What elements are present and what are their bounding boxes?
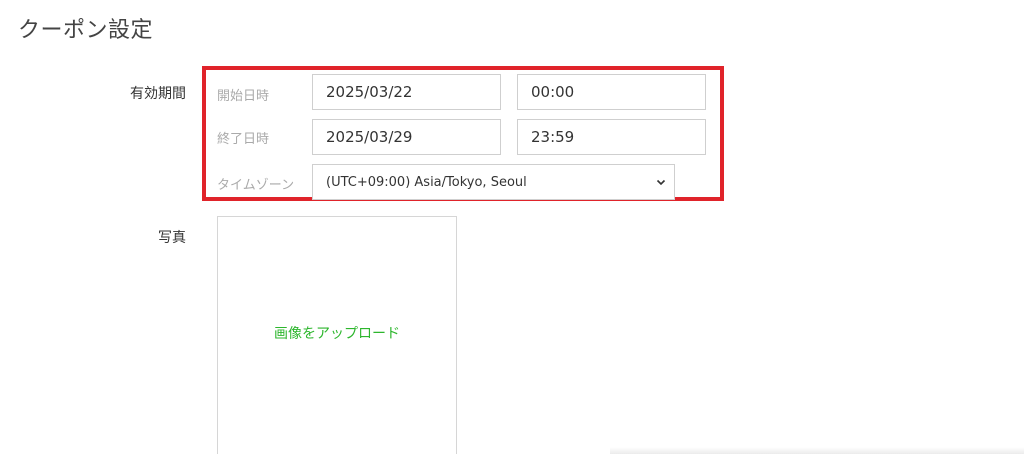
timezone-label: タイムゾーン [217,178,295,193]
end-date-input[interactable]: 2025/03/29 [312,119,501,155]
page-title: クーポン設定 [18,18,154,43]
end-time-input[interactable]: 23:59 [517,119,706,155]
image-upload-area[interactable]: 画像をアップロード [217,216,457,454]
photo-label: 写真 [158,230,186,246]
timezone-select[interactable]: (UTC+09:00) Asia/Tokyo, Seoul [312,164,675,200]
validity-period-label: 有効期間 [130,86,186,102]
start-datetime-label: 開始日時 [217,89,270,104]
start-time-input[interactable]: 00:00 [517,74,706,110]
chevron-down-icon [648,179,674,186]
start-date-input[interactable]: 2025/03/22 [312,74,501,110]
timezone-selected-value: (UTC+09:00) Asia/Tokyo, Seoul [326,174,527,190]
bottom-shadow [610,447,1024,454]
upload-image-link[interactable]: 画像をアップロード [274,323,400,343]
end-datetime-label: 終了日時 [217,132,270,147]
